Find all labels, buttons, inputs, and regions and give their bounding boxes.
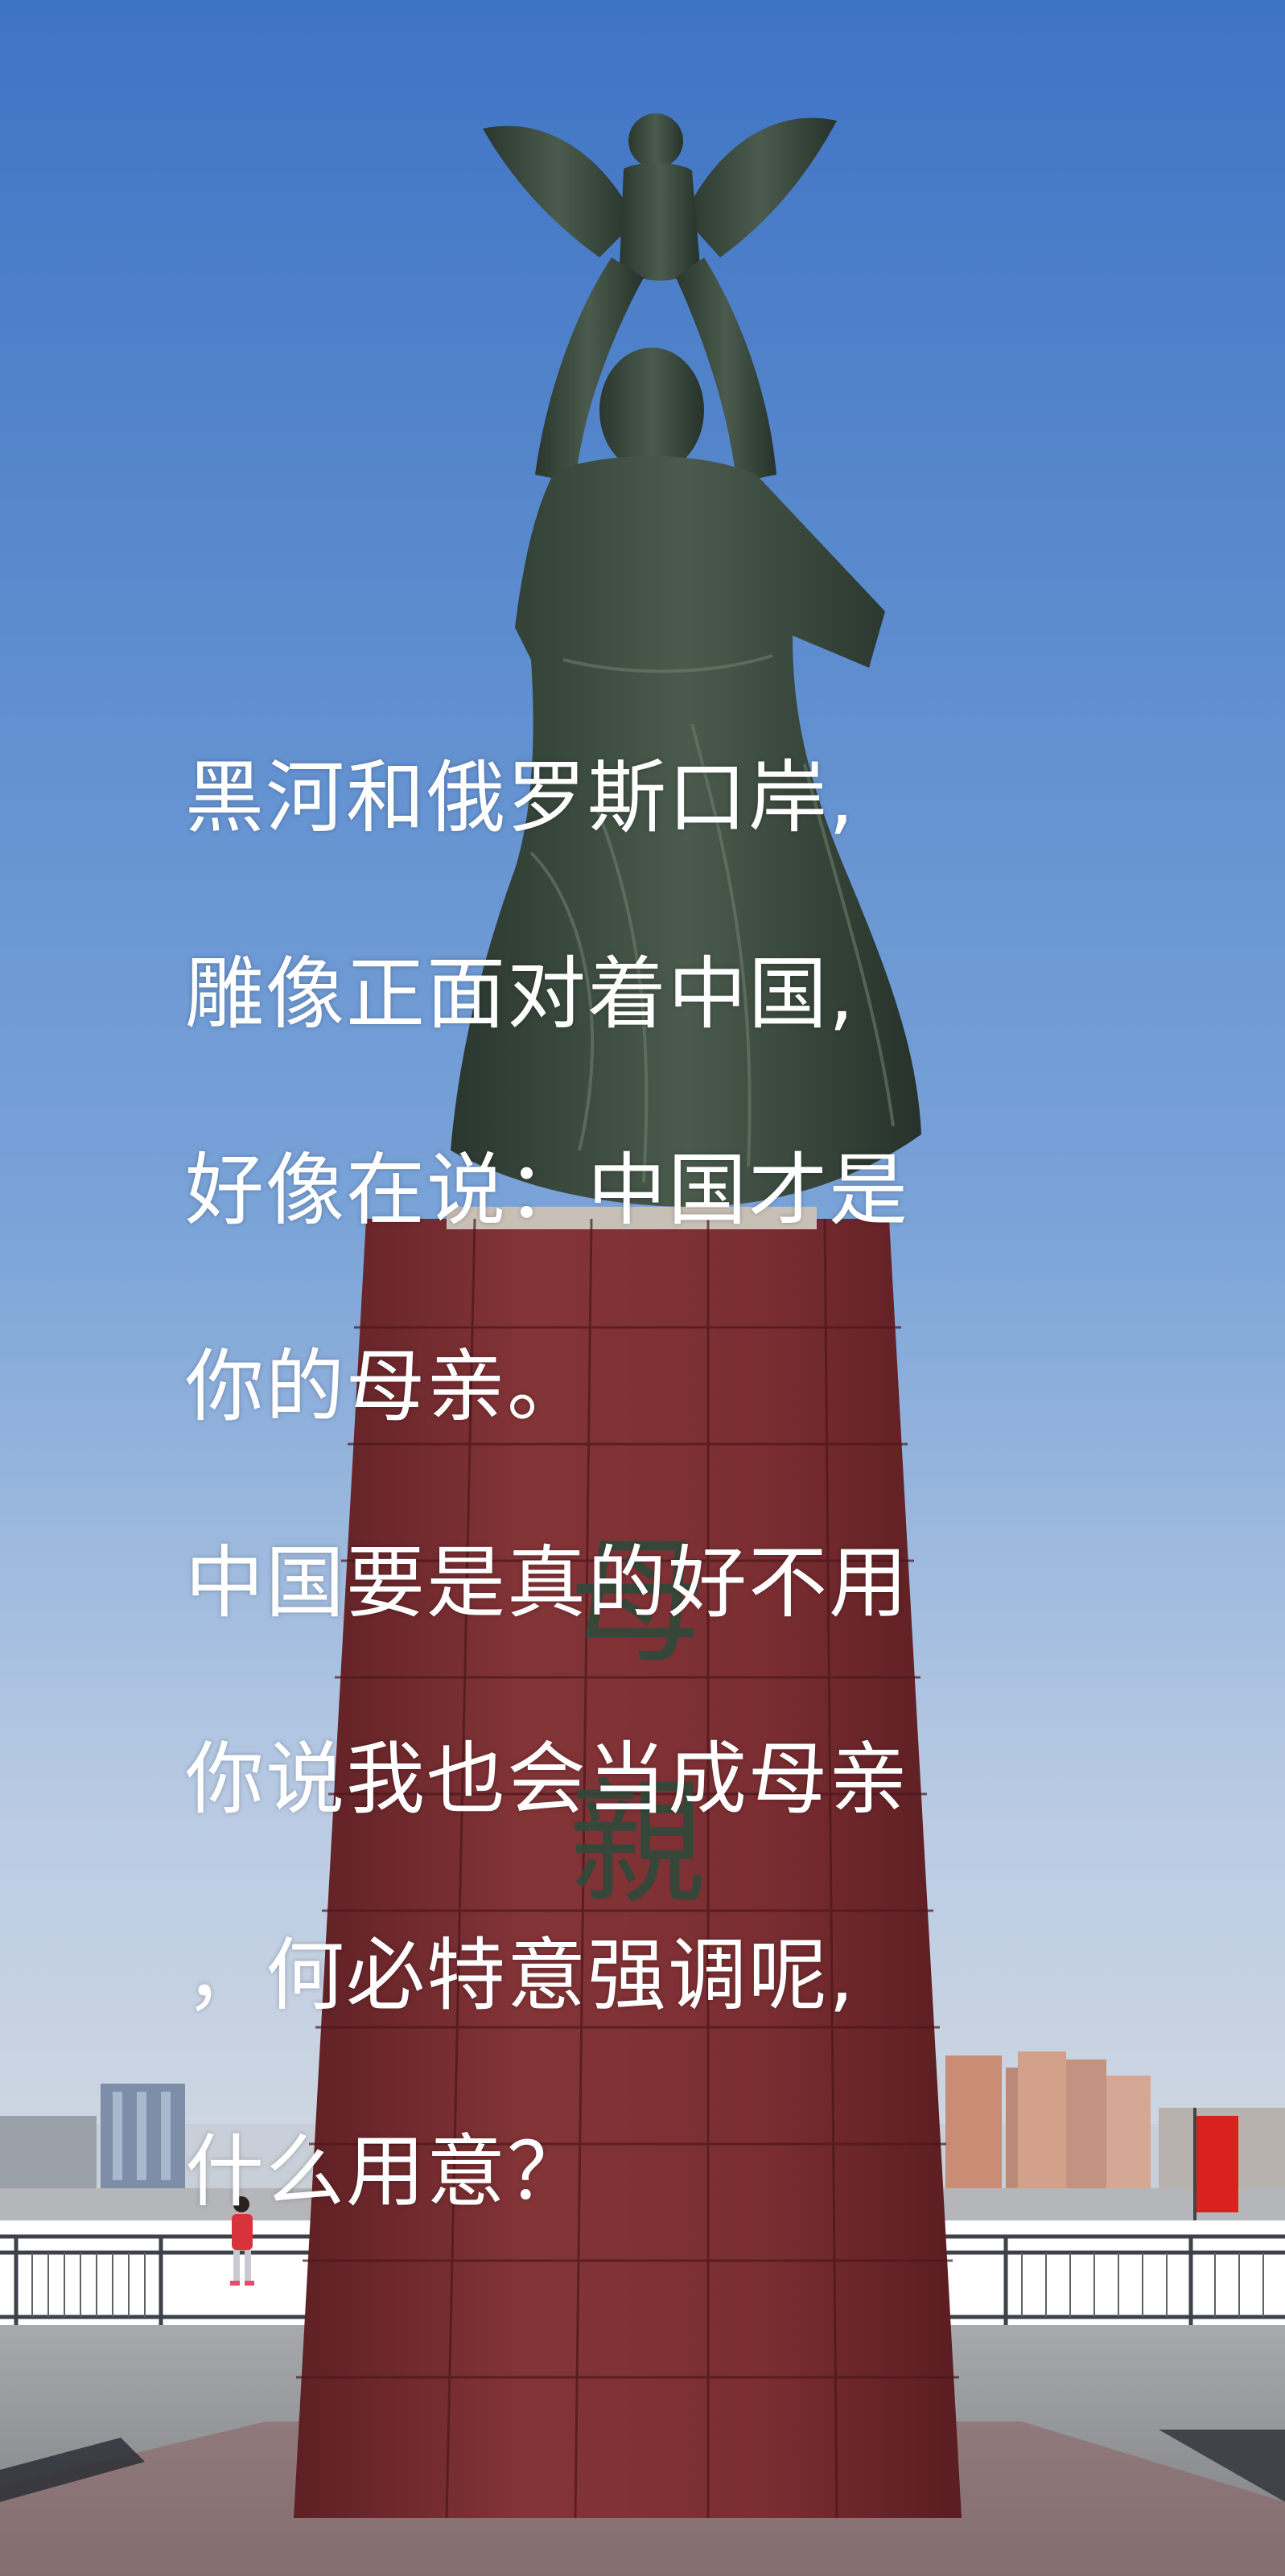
caption-line: 好像在说：中国才是	[185, 1145, 910, 1237]
caption-line: 雕像正面对着中国,	[185, 949, 856, 1040]
caption-line: 黑河和俄罗斯口岸,	[185, 752, 856, 844]
caption-line: 什么用意？	[185, 2126, 588, 2218]
caption-overlay: 黑河和俄罗斯口岸, 雕像正面对着中国, 好像在说：中国才是 你的母亲。 中国要是…	[185, 700, 1223, 2270]
caption-line: 你说我也会当成母亲	[185, 1734, 910, 1825]
caption-line: ，何必特意强调呢,	[185, 1930, 856, 2022]
caption-line: 中国要是真的好不用	[185, 1537, 910, 1629]
caption-line: 你的母亲。	[185, 1341, 588, 1433]
